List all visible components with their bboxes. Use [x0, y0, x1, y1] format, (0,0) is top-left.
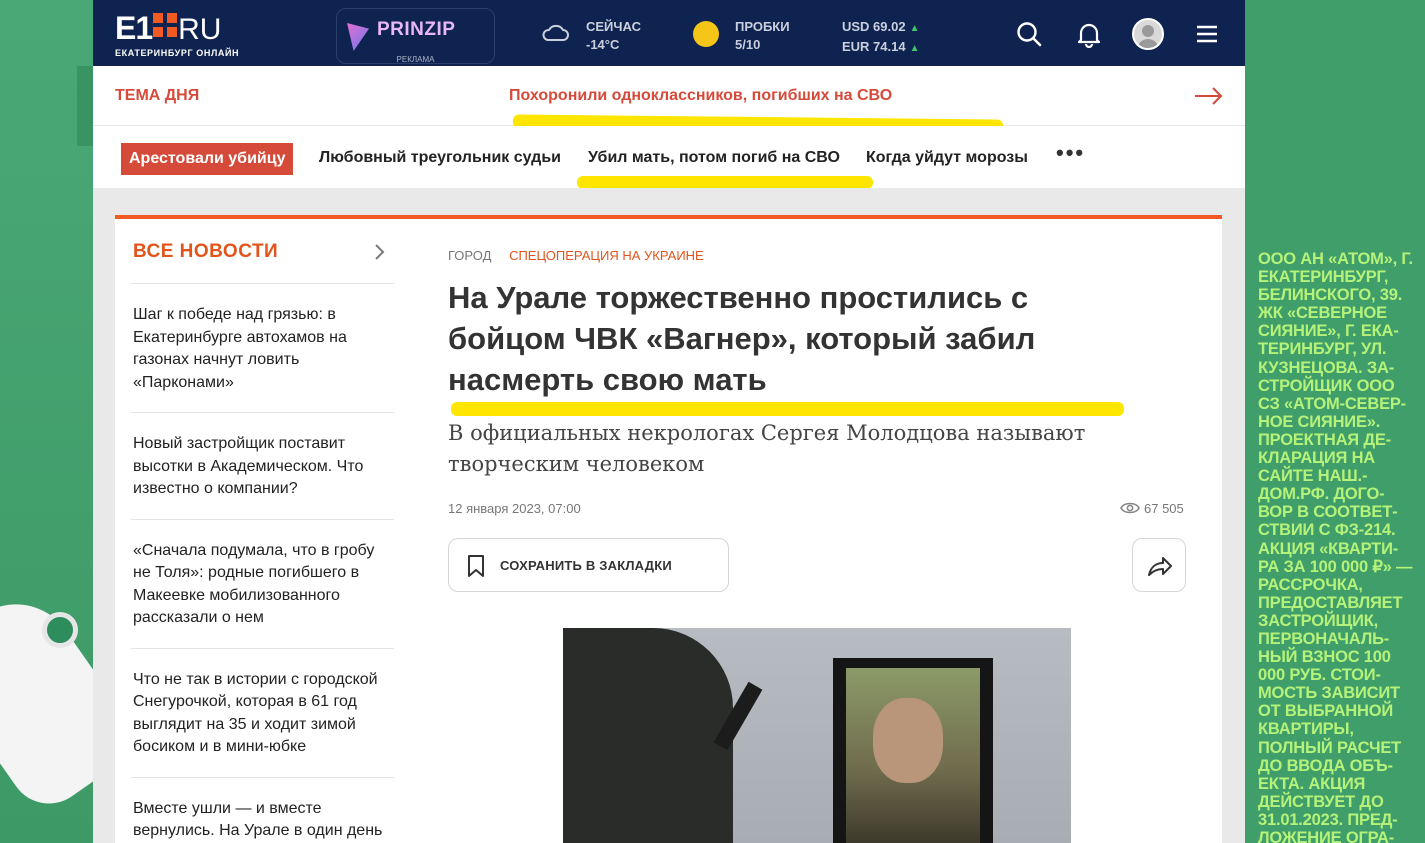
weather-label: СЕЙЧАС — [586, 19, 641, 34]
all-news-title[interactable]: ВСЕ НОВОСТИ — [133, 241, 278, 263]
traffic-label: ПРОБКИ — [735, 19, 790, 34]
all-news-list: Шаг к победе над грязью: в Екатеринбурге… — [131, 283, 394, 843]
article-views: 67 505 — [1120, 501, 1184, 516]
save-bookmark-label: СОХРАНИТЬ В ЗАКЛАДКИ — [500, 558, 672, 573]
tag-item[interactable]: Любовный треугольник судьи — [319, 149, 561, 167]
logo-ru: RU — [178, 13, 222, 46]
logo-tagline: ЕКАТЕРИНБУРГ ОНЛАЙН — [115, 48, 240, 58]
arrow-right-icon[interactable] — [1193, 82, 1225, 110]
list-item[interactable]: Что не так в истории с городской Снегуро… — [131, 647, 394, 777]
article-headline: На Урале торжественно простились с бойцо… — [448, 280, 1036, 397]
tag-hot[interactable]: Арестовали убийцу — [121, 143, 294, 175]
tag-item[interactable]: Убил мать, потом погиб на СВО — [588, 149, 840, 167]
rocket-window — [42, 612, 78, 648]
highlighter-mark — [451, 402, 1124, 416]
logo-e1: E1 — [115, 10, 153, 46]
article-date: 12 января 2023, 07:00 — [448, 501, 581, 516]
article-photo[interactable] — [563, 628, 1071, 843]
chevron-right-icon[interactable] — [372, 242, 388, 262]
eye-icon — [1120, 502, 1140, 514]
tag-item[interactable]: Когда уйдут морозы — [866, 149, 1028, 167]
save-bookmark-button[interactable]: СОХРАНИТЬ В ЗАКЛАДКИ — [448, 538, 729, 592]
traffic-widget[interactable]: ПРОБКИ 5/10 — [735, 18, 790, 54]
bell-icon[interactable] — [1075, 20, 1103, 48]
cloud-icon — [542, 24, 569, 41]
ad-label: РЕКЛАМА — [396, 55, 435, 64]
currency-widget[interactable]: USD 69.02 ▲ EUR 74.14 ▲ — [842, 18, 920, 58]
trend-up-icon: ▲ — [909, 23, 920, 34]
theme-of-day-link[interactable]: Похоронили одноклассников, погибших на С… — [509, 87, 892, 105]
site-logo[interactable]: E1 RU ЕКАТЕРИНБУРГ ОНЛАЙН — [115, 12, 239, 58]
list-item[interactable]: «Сначала подумала, что в гробу не Толя»:… — [131, 518, 394, 648]
photo-soldier — [563, 628, 733, 843]
views-count: 67 505 — [1144, 501, 1184, 516]
promo-disclaimer-text[interactable]: ООО АН «АТОМ», г. Екатеринбург, Белинско… — [1258, 250, 1418, 843]
weather-value: -14°C — [586, 37, 620, 52]
avatar[interactable] — [1132, 18, 1164, 50]
list-item[interactable]: Шаг к победе над грязью: в Екатеринбурге… — [131, 283, 394, 412]
share-button[interactable] — [1132, 538, 1186, 592]
share-icon — [1148, 557, 1172, 576]
header-ad-banner[interactable]: PRINZIP РЕКЛАМА — [336, 8, 495, 64]
logo-square-icon — [153, 13, 178, 37]
eur-rate: EUR 74.14 — [842, 39, 906, 54]
traffic-icon — [693, 21, 719, 47]
ad-brand: PRINZIP — [377, 19, 456, 40]
traffic-value: 5/10 — [735, 37, 761, 52]
list-item[interactable]: Новый застройщик поставит высотки в Акад… — [131, 412, 394, 519]
more-tags-button[interactable]: ••• — [1056, 140, 1085, 166]
weather-widget[interactable]: СЕЙЧАС -14°C — [586, 18, 641, 54]
menu-icon[interactable] — [1193, 20, 1221, 48]
article-breadcrumb: ГОРОД СПЕЦОПЕРАЦИЯ НА УКРАИНЕ — [448, 248, 704, 263]
site-header: E1 RU ЕКАТЕРИНБУРГ ОНЛАЙН PRINZIP РЕКЛАМА… — [93, 0, 1245, 66]
search-icon[interactable] — [1015, 20, 1043, 48]
prinzip-logo-icon — [347, 23, 369, 51]
usd-rate: USD 69.02 — [842, 19, 906, 34]
article-rubric[interactable]: СПЕЦОПЕРАЦИЯ НА УКРАИНЕ — [509, 248, 704, 263]
photo-portrait-face — [873, 698, 943, 783]
bookmark-icon — [468, 555, 484, 577]
left-ad-background — [0, 0, 93, 843]
trend-up-icon: ▲ — [909, 43, 920, 54]
background-shape — [77, 66, 93, 146]
article-category[interactable]: ГОРОД — [448, 248, 491, 263]
article-lead: В официальных некрологах Сергея Молодцов… — [448, 421, 1086, 476]
theme-of-day-label: ТЕМА ДНЯ — [115, 87, 200, 104]
list-item[interactable]: Вместе ушли — и вместе вернулись. На Ура… — [131, 776, 394, 843]
